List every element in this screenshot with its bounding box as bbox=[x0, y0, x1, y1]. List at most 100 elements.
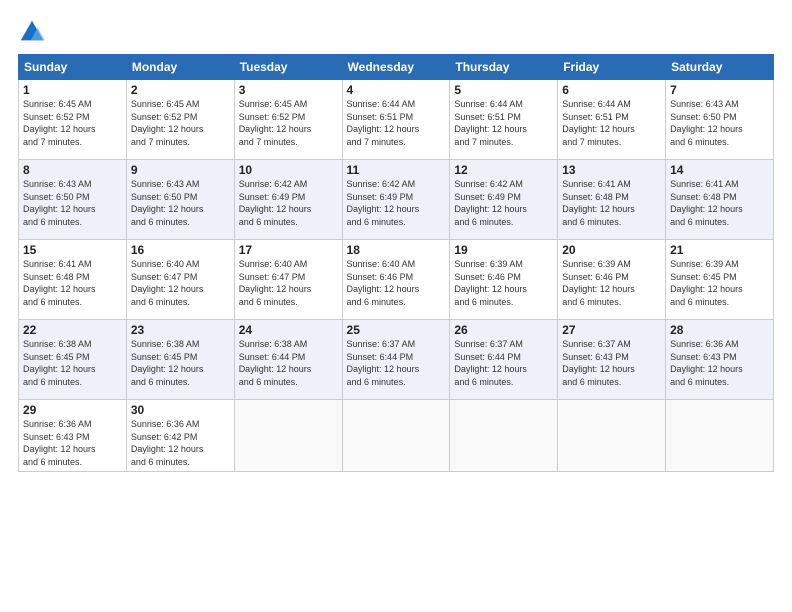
table-row: 28Sunrise: 6:36 AM Sunset: 6:43 PM Dayli… bbox=[666, 320, 774, 400]
table-row: 9Sunrise: 6:43 AM Sunset: 6:50 PM Daylig… bbox=[126, 160, 234, 240]
table-row: 22Sunrise: 6:38 AM Sunset: 6:45 PM Dayli… bbox=[19, 320, 127, 400]
day-number: 20 bbox=[562, 243, 661, 257]
table-row: 30Sunrise: 6:36 AM Sunset: 6:42 PM Dayli… bbox=[126, 400, 234, 472]
table-row: 24Sunrise: 6:38 AM Sunset: 6:44 PM Dayli… bbox=[234, 320, 342, 400]
day-number: 23 bbox=[131, 323, 230, 337]
calendar-table: Sunday Monday Tuesday Wednesday Thursday… bbox=[18, 54, 774, 472]
day-info: Sunrise: 6:41 AM Sunset: 6:48 PM Dayligh… bbox=[562, 178, 661, 228]
day-number: 30 bbox=[131, 403, 230, 417]
day-info: Sunrise: 6:44 AM Sunset: 6:51 PM Dayligh… bbox=[454, 98, 553, 148]
header-friday: Friday bbox=[558, 55, 666, 80]
day-info: Sunrise: 6:45 AM Sunset: 6:52 PM Dayligh… bbox=[23, 98, 122, 148]
logo bbox=[18, 18, 50, 46]
day-number: 24 bbox=[239, 323, 338, 337]
table-row bbox=[450, 400, 558, 472]
day-number: 13 bbox=[562, 163, 661, 177]
table-row: 27Sunrise: 6:37 AM Sunset: 6:43 PM Dayli… bbox=[558, 320, 666, 400]
table-row: 23Sunrise: 6:38 AM Sunset: 6:45 PM Dayli… bbox=[126, 320, 234, 400]
day-info: Sunrise: 6:39 AM Sunset: 6:45 PM Dayligh… bbox=[670, 258, 769, 308]
calendar-header-row: Sunday Monday Tuesday Wednesday Thursday… bbox=[19, 55, 774, 80]
table-row: 29Sunrise: 6:36 AM Sunset: 6:43 PM Dayli… bbox=[19, 400, 127, 472]
day-info: Sunrise: 6:42 AM Sunset: 6:49 PM Dayligh… bbox=[347, 178, 446, 228]
header-sunday: Sunday bbox=[19, 55, 127, 80]
day-info: Sunrise: 6:36 AM Sunset: 6:43 PM Dayligh… bbox=[23, 418, 122, 468]
day-info: Sunrise: 6:42 AM Sunset: 6:49 PM Dayligh… bbox=[239, 178, 338, 228]
day-number: 29 bbox=[23, 403, 122, 417]
day-number: 12 bbox=[454, 163, 553, 177]
day-info: Sunrise: 6:44 AM Sunset: 6:51 PM Dayligh… bbox=[347, 98, 446, 148]
day-number: 17 bbox=[239, 243, 338, 257]
day-info: Sunrise: 6:37 AM Sunset: 6:43 PM Dayligh… bbox=[562, 338, 661, 388]
header-wednesday: Wednesday bbox=[342, 55, 450, 80]
day-info: Sunrise: 6:45 AM Sunset: 6:52 PM Dayligh… bbox=[131, 98, 230, 148]
day-info: Sunrise: 6:39 AM Sunset: 6:46 PM Dayligh… bbox=[562, 258, 661, 308]
header bbox=[18, 18, 774, 46]
day-number: 16 bbox=[131, 243, 230, 257]
day-number: 14 bbox=[670, 163, 769, 177]
day-info: Sunrise: 6:41 AM Sunset: 6:48 PM Dayligh… bbox=[23, 258, 122, 308]
table-row: 20Sunrise: 6:39 AM Sunset: 6:46 PM Dayli… bbox=[558, 240, 666, 320]
day-info: Sunrise: 6:36 AM Sunset: 6:42 PM Dayligh… bbox=[131, 418, 230, 468]
table-row bbox=[234, 400, 342, 472]
table-row bbox=[666, 400, 774, 472]
table-row: 26Sunrise: 6:37 AM Sunset: 6:44 PM Dayli… bbox=[450, 320, 558, 400]
header-monday: Monday bbox=[126, 55, 234, 80]
day-number: 11 bbox=[347, 163, 446, 177]
table-row: 5Sunrise: 6:44 AM Sunset: 6:51 PM Daylig… bbox=[450, 80, 558, 160]
day-info: Sunrise: 6:45 AM Sunset: 6:52 PM Dayligh… bbox=[239, 98, 338, 148]
header-thursday: Thursday bbox=[450, 55, 558, 80]
day-number: 19 bbox=[454, 243, 553, 257]
header-tuesday: Tuesday bbox=[234, 55, 342, 80]
table-row bbox=[342, 400, 450, 472]
table-row: 2Sunrise: 6:45 AM Sunset: 6:52 PM Daylig… bbox=[126, 80, 234, 160]
table-row: 10Sunrise: 6:42 AM Sunset: 6:49 PM Dayli… bbox=[234, 160, 342, 240]
day-number: 8 bbox=[23, 163, 122, 177]
table-row: 4Sunrise: 6:44 AM Sunset: 6:51 PM Daylig… bbox=[342, 80, 450, 160]
day-info: Sunrise: 6:37 AM Sunset: 6:44 PM Dayligh… bbox=[347, 338, 446, 388]
table-row: 16Sunrise: 6:40 AM Sunset: 6:47 PM Dayli… bbox=[126, 240, 234, 320]
table-row: 21Sunrise: 6:39 AM Sunset: 6:45 PM Dayli… bbox=[666, 240, 774, 320]
table-row: 12Sunrise: 6:42 AM Sunset: 6:49 PM Dayli… bbox=[450, 160, 558, 240]
day-info: Sunrise: 6:44 AM Sunset: 6:51 PM Dayligh… bbox=[562, 98, 661, 148]
day-number: 6 bbox=[562, 83, 661, 97]
day-number: 18 bbox=[347, 243, 446, 257]
day-info: Sunrise: 6:43 AM Sunset: 6:50 PM Dayligh… bbox=[670, 98, 769, 148]
day-info: Sunrise: 6:40 AM Sunset: 6:47 PM Dayligh… bbox=[239, 258, 338, 308]
header-saturday: Saturday bbox=[666, 55, 774, 80]
day-info: Sunrise: 6:41 AM Sunset: 6:48 PM Dayligh… bbox=[670, 178, 769, 228]
table-row: 3Sunrise: 6:45 AM Sunset: 6:52 PM Daylig… bbox=[234, 80, 342, 160]
table-row: 11Sunrise: 6:42 AM Sunset: 6:49 PM Dayli… bbox=[342, 160, 450, 240]
table-row: 19Sunrise: 6:39 AM Sunset: 6:46 PM Dayli… bbox=[450, 240, 558, 320]
day-info: Sunrise: 6:36 AM Sunset: 6:43 PM Dayligh… bbox=[670, 338, 769, 388]
day-info: Sunrise: 6:37 AM Sunset: 6:44 PM Dayligh… bbox=[454, 338, 553, 388]
day-info: Sunrise: 6:42 AM Sunset: 6:49 PM Dayligh… bbox=[454, 178, 553, 228]
day-number: 22 bbox=[23, 323, 122, 337]
day-info: Sunrise: 6:40 AM Sunset: 6:46 PM Dayligh… bbox=[347, 258, 446, 308]
day-number: 7 bbox=[670, 83, 769, 97]
table-row: 17Sunrise: 6:40 AM Sunset: 6:47 PM Dayli… bbox=[234, 240, 342, 320]
table-row bbox=[558, 400, 666, 472]
day-number: 27 bbox=[562, 323, 661, 337]
day-info: Sunrise: 6:38 AM Sunset: 6:44 PM Dayligh… bbox=[239, 338, 338, 388]
page: Sunday Monday Tuesday Wednesday Thursday… bbox=[0, 0, 792, 612]
table-row: 6Sunrise: 6:44 AM Sunset: 6:51 PM Daylig… bbox=[558, 80, 666, 160]
table-row: 13Sunrise: 6:41 AM Sunset: 6:48 PM Dayli… bbox=[558, 160, 666, 240]
day-number: 21 bbox=[670, 243, 769, 257]
table-row: 8Sunrise: 6:43 AM Sunset: 6:50 PM Daylig… bbox=[19, 160, 127, 240]
table-row: 15Sunrise: 6:41 AM Sunset: 6:48 PM Dayli… bbox=[19, 240, 127, 320]
table-row: 25Sunrise: 6:37 AM Sunset: 6:44 PM Dayli… bbox=[342, 320, 450, 400]
day-info: Sunrise: 6:43 AM Sunset: 6:50 PM Dayligh… bbox=[131, 178, 230, 228]
day-info: Sunrise: 6:38 AM Sunset: 6:45 PM Dayligh… bbox=[131, 338, 230, 388]
day-number: 15 bbox=[23, 243, 122, 257]
day-info: Sunrise: 6:43 AM Sunset: 6:50 PM Dayligh… bbox=[23, 178, 122, 228]
day-info: Sunrise: 6:39 AM Sunset: 6:46 PM Dayligh… bbox=[454, 258, 553, 308]
table-row: 14Sunrise: 6:41 AM Sunset: 6:48 PM Dayli… bbox=[666, 160, 774, 240]
day-number: 10 bbox=[239, 163, 338, 177]
day-number: 1 bbox=[23, 83, 122, 97]
table-row: 18Sunrise: 6:40 AM Sunset: 6:46 PM Dayli… bbox=[342, 240, 450, 320]
day-number: 4 bbox=[347, 83, 446, 97]
day-number: 9 bbox=[131, 163, 230, 177]
day-number: 3 bbox=[239, 83, 338, 97]
logo-icon bbox=[18, 18, 46, 46]
day-number: 5 bbox=[454, 83, 553, 97]
